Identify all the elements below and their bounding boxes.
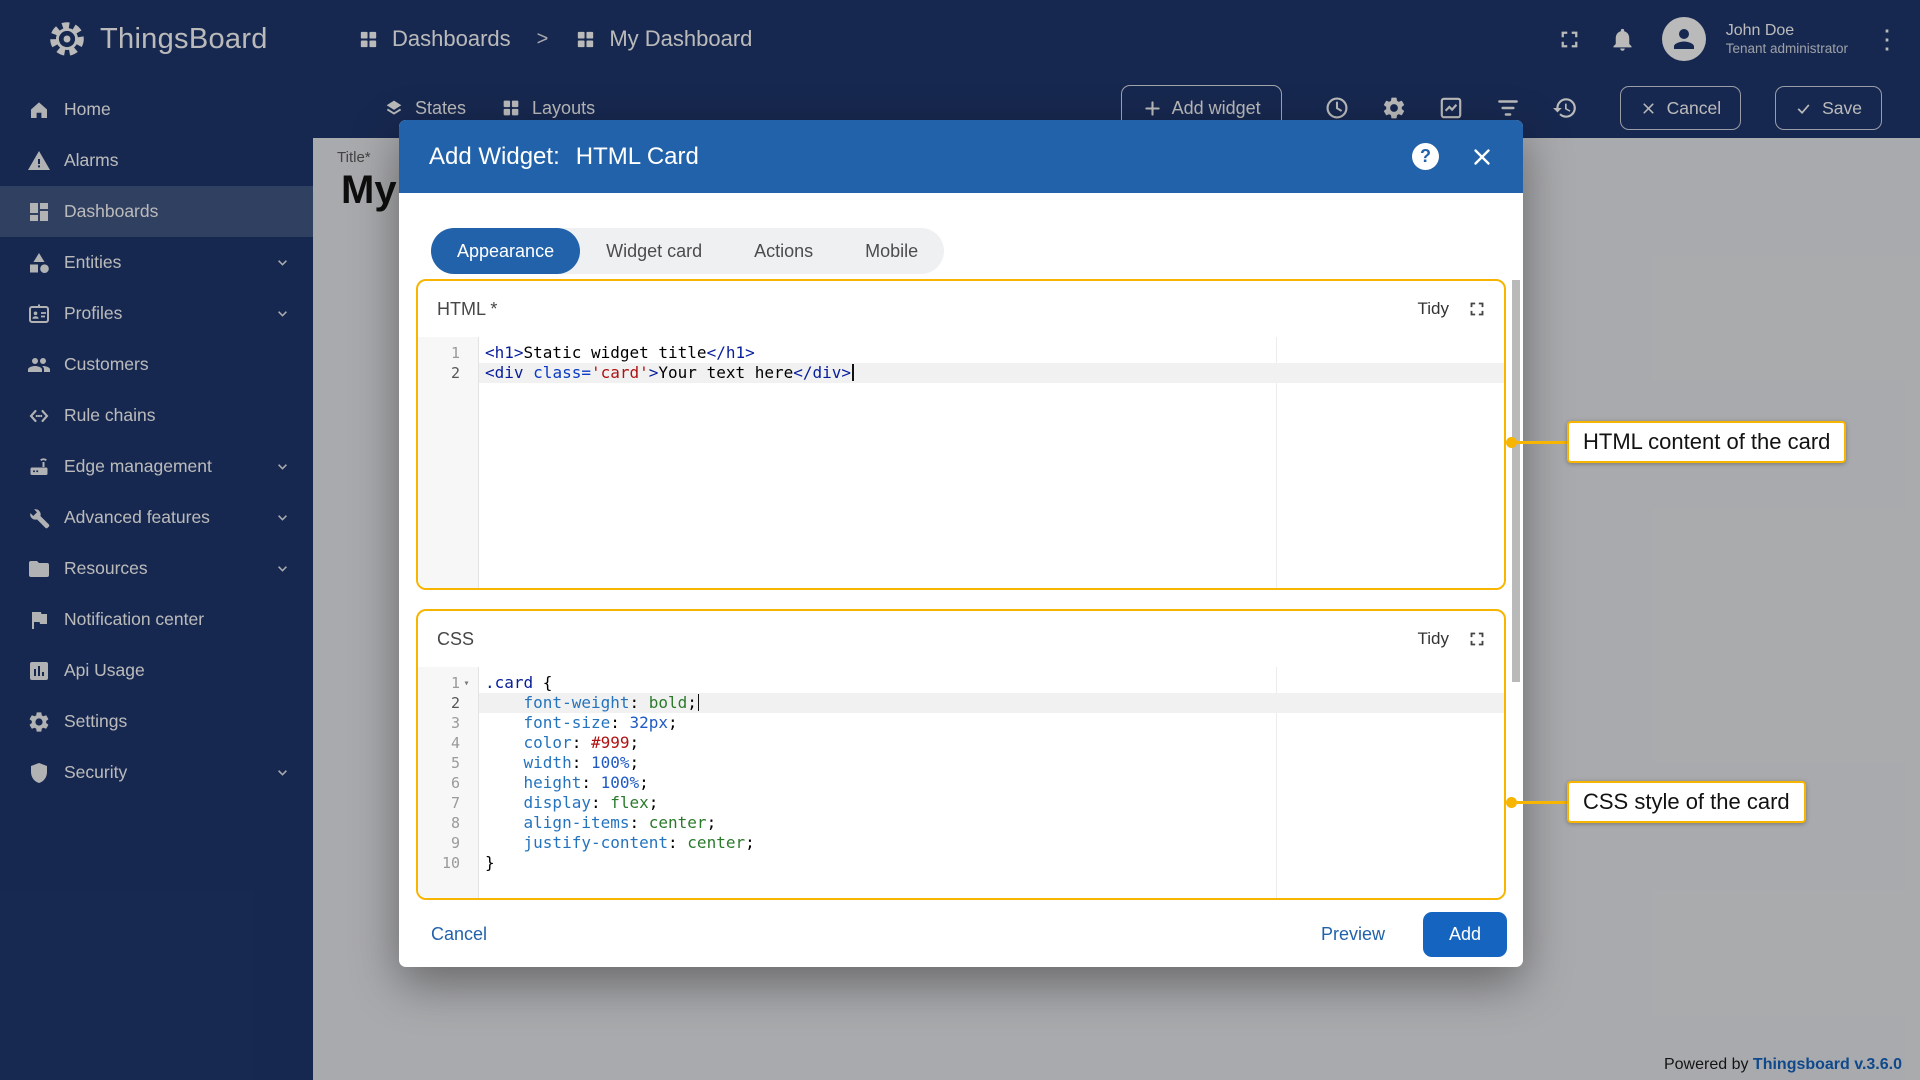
code-line[interactable]: justify-content: center;: [479, 833, 1504, 853]
text-cursor: [852, 364, 854, 381]
line-number: 7: [418, 793, 478, 813]
callout-dot: [1506, 437, 1517, 448]
css-editor-actions: Tidy: [1418, 628, 1489, 650]
callout-css-style: CSS style of the card: [1506, 781, 1806, 823]
line-number: 3: [418, 713, 478, 733]
code-line[interactable]: color: #999;: [479, 733, 1504, 753]
screen: ThingsBoard HomeAlarmsDashboardsEntities…: [0, 0, 1920, 1080]
line-number: 1: [418, 343, 478, 363]
css-code-editor[interactable]: 1▾2345678910 .card { font-weight: bold; …: [418, 667, 1504, 898]
html-editor-section: HTML * Tidy 12 <h1>Static widget title</…: [416, 279, 1506, 590]
html-editor-code[interactable]: <h1>Static widget title</h1><div class='…: [479, 337, 1504, 588]
code-line[interactable]: font-weight: bold;: [479, 693, 1504, 713]
html-expand-icon[interactable]: [1466, 298, 1488, 320]
tab-actions[interactable]: Actions: [728, 228, 839, 274]
callout-text: HTML content of the card: [1567, 421, 1846, 463]
dialog-footer: Cancel Preview Add: [399, 901, 1523, 967]
dialog-add-button[interactable]: Add: [1423, 912, 1507, 957]
line-number: 1▾: [418, 673, 478, 693]
html-tidy-button[interactable]: Tidy: [1418, 299, 1450, 319]
line-number: 4: [418, 733, 478, 753]
code-fold-icon[interactable]: ▾: [460, 678, 473, 689]
html-editor-gutter: 12: [418, 337, 479, 588]
code-line[interactable]: .card {: [479, 673, 1504, 693]
callout-dot: [1506, 797, 1517, 808]
html-editor-label: HTML *: [437, 299, 497, 320]
help-button[interactable]: ?: [1412, 143, 1439, 170]
tab-mobile[interactable]: Mobile: [839, 228, 944, 274]
css-editor-section: CSS Tidy 1▾2345678910 .card { font-weigh…: [416, 609, 1506, 900]
code-line[interactable]: }: [479, 853, 1504, 873]
css-tidy-button[interactable]: Tidy: [1418, 629, 1450, 649]
dialog-cancel-button[interactable]: Cancel: [431, 924, 487, 945]
css-editor-header: CSS Tidy: [418, 611, 1504, 667]
css-editor-code[interactable]: .card { font-weight: bold; font-size: 32…: [479, 667, 1504, 898]
css-editor-gutter: 1▾2345678910: [418, 667, 479, 898]
css-editor-label: CSS: [437, 629, 474, 650]
code-line[interactable]: height: 100%;: [479, 773, 1504, 793]
dialog-header: Add Widget: HTML Card ?: [399, 120, 1523, 193]
text-cursor: [698, 694, 700, 711]
html-editor-header: HTML * Tidy: [418, 281, 1504, 337]
line-number: 2: [418, 693, 478, 713]
callout-html-content: HTML content of the card: [1506, 421, 1846, 463]
line-number: 6: [418, 773, 478, 793]
dialog-widget-type: HTML Card: [576, 143, 699, 171]
callout-text: CSS style of the card: [1567, 781, 1806, 823]
code-line[interactable]: font-size: 32px;: [479, 713, 1504, 733]
add-widget-dialog: Add Widget: HTML Card ? AppearanceWidget…: [399, 120, 1523, 967]
line-number: 8: [418, 813, 478, 833]
callout-line: [1517, 441, 1567, 444]
callout-line: [1517, 801, 1567, 804]
dialog-title: Add Widget:: [429, 143, 560, 171]
question-icon: ?: [1420, 146, 1431, 167]
code-line[interactable]: align-items: center;: [479, 813, 1504, 833]
dialog-scrollbar[interactable]: [1512, 280, 1520, 682]
dialog-preview-button[interactable]: Preview: [1321, 924, 1385, 945]
tab-appearance[interactable]: Appearance: [431, 228, 580, 274]
html-editor-actions: Tidy: [1418, 298, 1489, 320]
dialog-close-icon[interactable]: [1469, 144, 1495, 170]
tab-widget-card[interactable]: Widget card: [580, 228, 728, 274]
html-code-editor[interactable]: 12 <h1>Static widget title</h1><div clas…: [418, 337, 1504, 588]
dialog-tabs: AppearanceWidget cardActionsMobile: [431, 228, 944, 274]
code-line[interactable]: <div class='card'>Your text here</div>: [479, 363, 1504, 383]
dialog-body: AppearanceWidget cardActionsMobile HTML …: [399, 193, 1523, 901]
line-number: 5: [418, 753, 478, 773]
code-line[interactable]: <h1>Static widget title</h1>: [479, 343, 1504, 363]
code-line[interactable]: display: flex;: [479, 793, 1504, 813]
line-number: 2: [418, 363, 478, 383]
line-number: 9: [418, 833, 478, 853]
code-line[interactable]: width: 100%;: [479, 753, 1504, 773]
line-number: 10: [418, 853, 478, 873]
css-expand-icon[interactable]: [1466, 628, 1488, 650]
